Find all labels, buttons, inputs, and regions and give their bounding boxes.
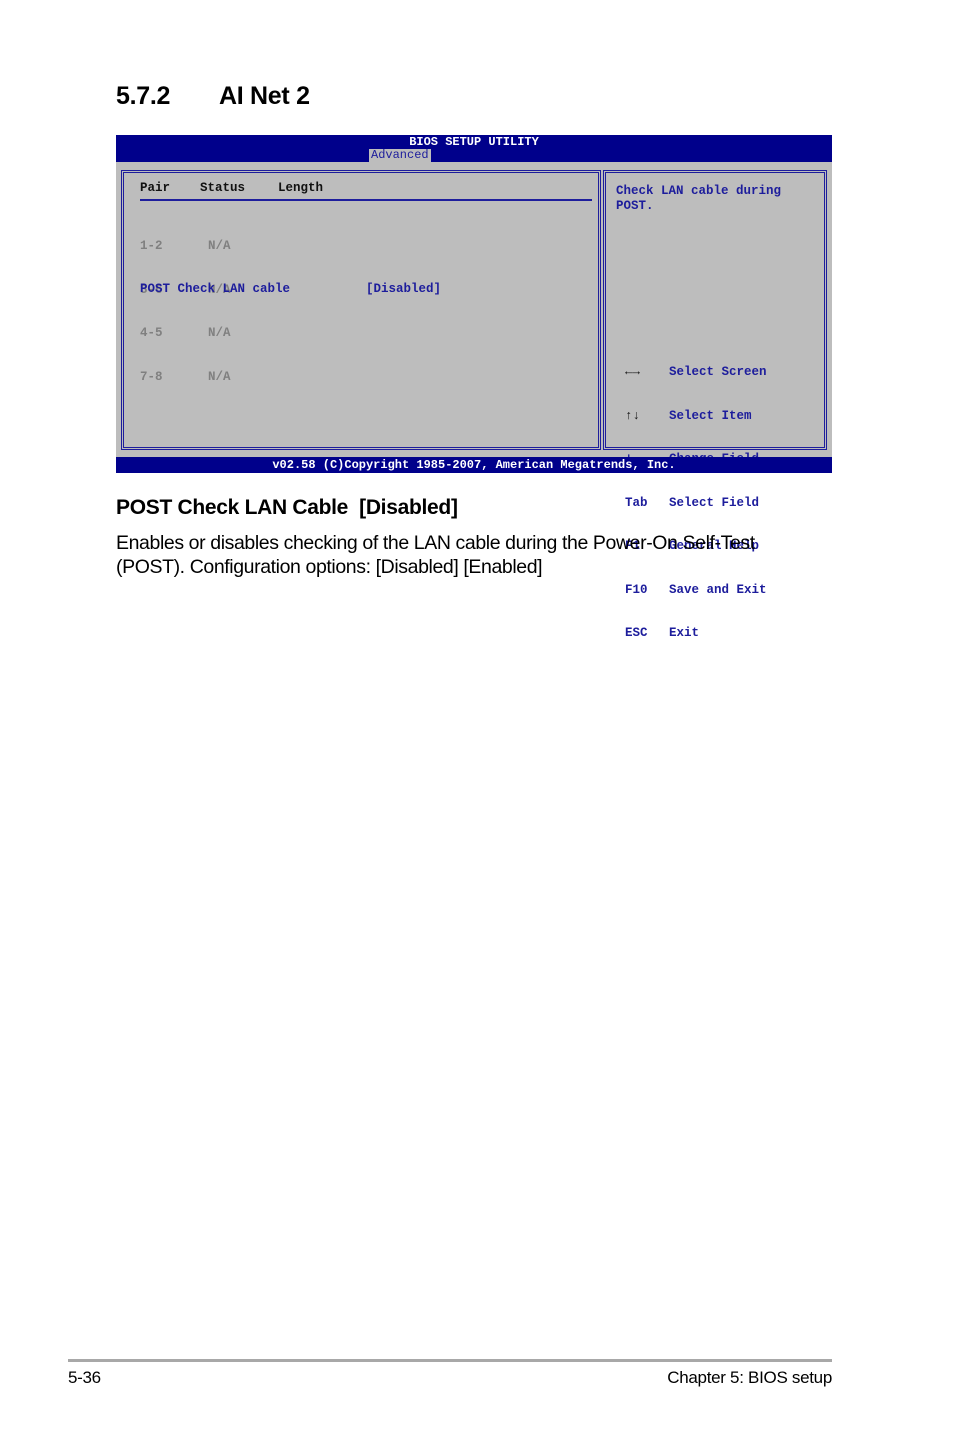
table-row: 7-8 N/A (140, 370, 231, 385)
header-divider (140, 199, 592, 201)
pair-status-list: 1-2 N/A 3-6 N/A 4-5 N/A 7-8 N/A (140, 210, 231, 413)
key-legend-row: Tab Select Field (625, 496, 767, 511)
bios-status-bar: v02.58 (C)Copyright 1985-2007, American … (116, 457, 832, 473)
table-row: 1-2 N/A (140, 239, 231, 254)
bios-title: BIOS SETUP UTILITY (409, 135, 539, 149)
key-name: Tab (625, 495, 648, 510)
footer-divider (68, 1359, 832, 1362)
setting-value[interactable]: [Disabled] (366, 282, 441, 296)
help-line: Check LAN cable during (616, 184, 782, 198)
status-value: N/A (208, 369, 231, 384)
section-number: 5.7.2 (116, 82, 171, 110)
setting-label: POST Check LAN cable (140, 282, 291, 296)
key-legend: ←→Select Screen ↑↓Select Item +-Change F… (625, 336, 767, 670)
table-header: Pair Status Length (140, 181, 323, 196)
bios-title-bar: BIOS SETUP UTILITY Advanced (116, 135, 832, 162)
copyright-text: v02.58 (C)Copyright 1985-2007, American … (272, 458, 676, 472)
column-header-length: Length (278, 181, 324, 195)
option-title: POST Check LAN Cable [Disabled] (116, 496, 458, 519)
key-action: Exit (669, 626, 700, 640)
key-action: Save and Exit (669, 582, 767, 597)
description-line: (POST). Configuration options: [Disabled… (116, 556, 543, 578)
key-legend-row: ESC Exit (625, 626, 767, 641)
status-value: N/A (208, 326, 231, 340)
pair-value: 7-8 (140, 369, 163, 384)
key-action: Select Screen (669, 365, 767, 379)
table-row: 4-5 N/A (140, 326, 231, 341)
page-number: 5-36 (68, 1368, 101, 1387)
key-action: Select Field (669, 495, 760, 510)
bios-main-panel: Pair Status Length 1-2 N/A 3-6 N/A 4-5 N/A 7-… (121, 170, 601, 450)
key-name: F10 (625, 582, 648, 597)
column-header-status: Status (200, 181, 246, 195)
section-title: AI Net 2 (219, 82, 310, 110)
chapter-label: Chapter 5: BIOS setup (667, 1368, 832, 1387)
left-right-arrows-icon: ←→ (625, 365, 641, 379)
description-line: Enables or disables checking of the LAN … (116, 532, 755, 554)
tab-advanced[interactable]: Advanced (369, 149, 431, 162)
help-text: Check LAN cable during POST. (616, 184, 781, 213)
key-legend-row: F10 Save and Exit (625, 583, 767, 598)
status-value: N/A (208, 239, 231, 253)
bios-screenshot: BIOS SETUP UTILITY Advanced Pair Status Le… (116, 135, 832, 640)
key-legend-row: ←→ Select Screen (625, 365, 767, 380)
up-down-arrows-icon: ↑↓ (625, 408, 641, 423)
key-name: ESC (625, 626, 648, 640)
option-description: Enables or disables checking of the LAN … (116, 531, 816, 579)
key-action: Select Item (669, 408, 752, 423)
post-check-lan-cable-setting[interactable]: POST Check LAN cable [Disabled] (140, 282, 441, 297)
column-header-pair: Pair (140, 181, 171, 195)
pair-value: 4-5 (140, 326, 163, 340)
bios-help-panel: Check LAN cable during POST. ←→ Select Scr… (603, 170, 827, 640)
key-legend-row: ↑↓ Select Item (625, 409, 767, 424)
section-heading: 5.7.2 AI Net 2 (116, 82, 310, 111)
help-line: POST. (616, 198, 654, 213)
pair-value: 1-2 (140, 239, 163, 253)
